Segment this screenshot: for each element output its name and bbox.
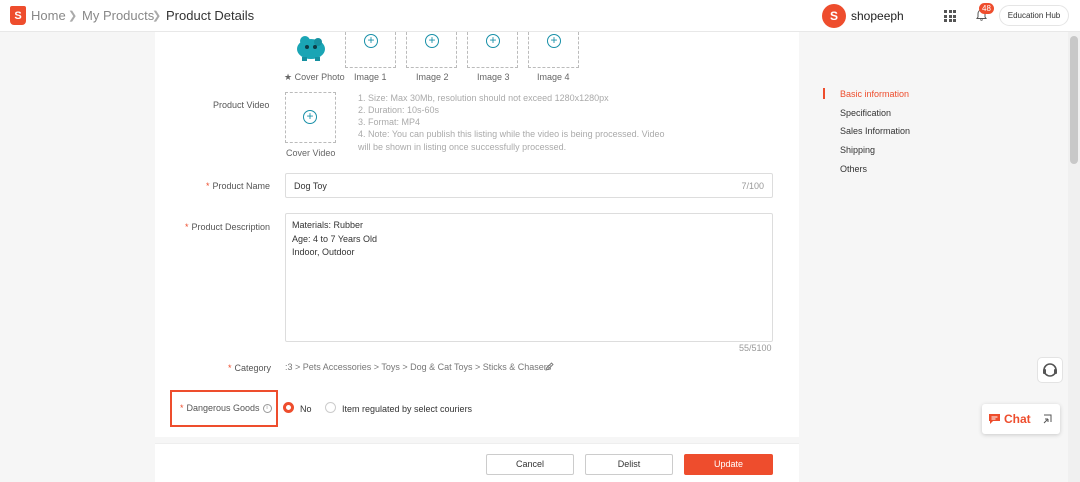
notification-badge: 48 — [979, 3, 994, 14]
top-bar: S Home ❯ My Products ❯ Product Details S… — [0, 0, 1080, 32]
help-button[interactable] — [1037, 357, 1063, 383]
chat-bubble-icon — [989, 414, 1000, 424]
image-slot-caption: Image 4 — [537, 72, 570, 82]
sidenav-item-others[interactable]: Others — [840, 164, 867, 174]
image-upload-slot[interactable]: + — [467, 32, 518, 68]
image-slot-caption: Image 3 — [477, 72, 510, 82]
product-description-textarea[interactable]: Materials: Rubber Age: 4 to 7 Years Old … — [285, 213, 773, 342]
info-icon[interactable]: i — [262, 404, 272, 414]
add-circle-icon: + — [364, 34, 378, 48]
sidenav-item-sales-information[interactable]: Sales Information — [840, 126, 910, 136]
pencil-edit-icon[interactable] — [544, 361, 555, 372]
chat-label: Chat — [1004, 412, 1031, 426]
cancel-button[interactable]: Cancel — [486, 454, 574, 475]
apps-grid-icon[interactable] — [944, 10, 956, 22]
image-slot-caption: Image 1 — [354, 72, 387, 82]
breadcrumb-home[interactable]: Home — [31, 8, 66, 23]
video-note: 2. Duration: 10s-60s — [358, 105, 440, 115]
video-note: 4. Note: You can publish this listing wh… — [358, 129, 665, 139]
education-hub-button[interactable]: Education Hub — [999, 5, 1069, 26]
add-circle-icon: + — [303, 110, 317, 124]
chevron-right-icon: ❯ — [152, 10, 162, 22]
category-label: * Category — [228, 363, 272, 373]
cover-video-caption: Cover Video — [286, 148, 336, 158]
dangerous-goods-no-label[interactable]: No — [300, 404, 312, 414]
image-slot-caption: Image 2 — [416, 72, 449, 82]
chevron-right-icon: ❯ — [68, 10, 78, 22]
add-circle-icon: + — [547, 34, 561, 48]
shopee-logo-icon[interactable]: S — [10, 6, 26, 25]
add-circle-icon: + — [425, 34, 439, 48]
video-note: 3. Format: MP4 — [358, 117, 421, 127]
description-line: Materials: Rubber — [292, 220, 364, 230]
sidenav-item-shipping[interactable]: Shipping — [840, 145, 875, 155]
breadcrumb-product-details: Product Details — [166, 8, 255, 23]
image-upload-slot[interactable]: + — [406, 32, 457, 68]
video-note: 1. Size: Max 30Mb, resolution should not… — [358, 93, 609, 103]
product-name-counter: 7/100 — [741, 181, 764, 191]
dangerous-goods-label: * Dangerous Goods i — [180, 403, 272, 414]
dangerous-goods-no-radio[interactable] — [283, 402, 294, 413]
breadcrumb-my-products[interactable]: My Products — [82, 8, 154, 23]
description-counter: 55/5100 — [739, 343, 772, 353]
product-description-label: * Product Description — [185, 222, 271, 232]
minimize-chat-icon[interactable] — [1043, 414, 1053, 424]
sidenav-active-indicator — [823, 88, 825, 99]
sidenav-item-specification[interactable]: Specification — [840, 108, 891, 118]
delist-button[interactable]: Delist — [585, 454, 673, 475]
video-upload-slot[interactable]: + — [285, 92, 336, 143]
add-circle-icon: + — [486, 34, 500, 48]
video-note: will be shown in listing once successful… — [358, 142, 567, 152]
headset-icon — [1043, 363, 1057, 377]
shop-avatar-icon[interactable]: S — [822, 4, 846, 28]
chat-button[interactable]: Chat — [982, 404, 1060, 434]
scrollbar-thumb[interactable] — [1070, 36, 1078, 164]
update-button[interactable]: Update — [684, 454, 773, 475]
product-name-input[interactable]: Dog Toy 7/100 — [285, 173, 773, 198]
dangerous-goods-regulated-radio[interactable] — [325, 402, 336, 413]
cover-photo-caption: ★ Cover Photo — [284, 72, 345, 82]
shop-name[interactable]: shopeeph — [851, 9, 904, 23]
product-video-label: Product Video — [213, 100, 270, 110]
product-name-label: * Product Name — [206, 181, 271, 191]
category-path: :3 > Pets Accessories > Toys > Dog & Cat… — [285, 362, 552, 372]
image-upload-slot[interactable]: + — [528, 32, 579, 68]
description-line: Age: 4 to 7 Years Old — [292, 234, 378, 244]
description-line: Indoor, Outdoor — [292, 247, 355, 257]
dangerous-goods-regulated-label[interactable]: Item regulated by select couriers — [342, 404, 472, 414]
image-upload-slot[interactable]: + — [345, 32, 396, 68]
cover-photo-thumbnail[interactable] — [293, 32, 329, 62]
product-name-value: Dog Toy — [294, 181, 327, 191]
sidenav-item-basic-information[interactable]: Basic information — [840, 89, 909, 99]
